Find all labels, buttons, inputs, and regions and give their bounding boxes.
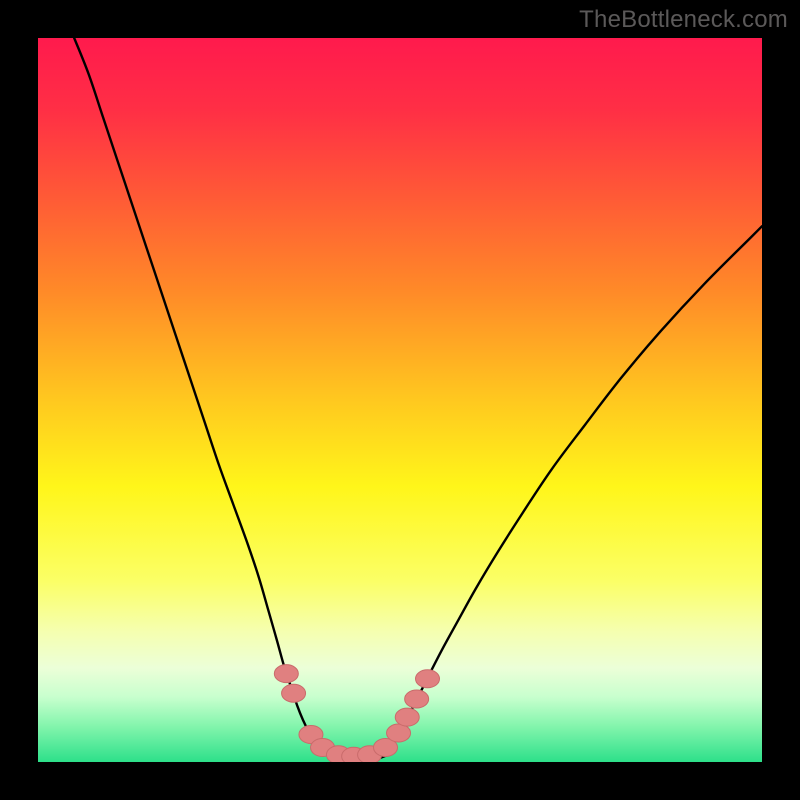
marker-0: [274, 665, 298, 683]
marker-8: [387, 724, 411, 742]
gradient-background: [38, 38, 762, 762]
marker-11: [416, 670, 440, 688]
marker-9: [395, 708, 419, 726]
marker-1: [282, 684, 306, 702]
watermark-text: TheBottleneck.com: [579, 6, 788, 34]
chart-svg: [38, 38, 762, 762]
chart-frame: TheBottleneck.com: [0, 0, 800, 800]
marker-10: [405, 690, 429, 708]
plot-area: [38, 38, 762, 762]
